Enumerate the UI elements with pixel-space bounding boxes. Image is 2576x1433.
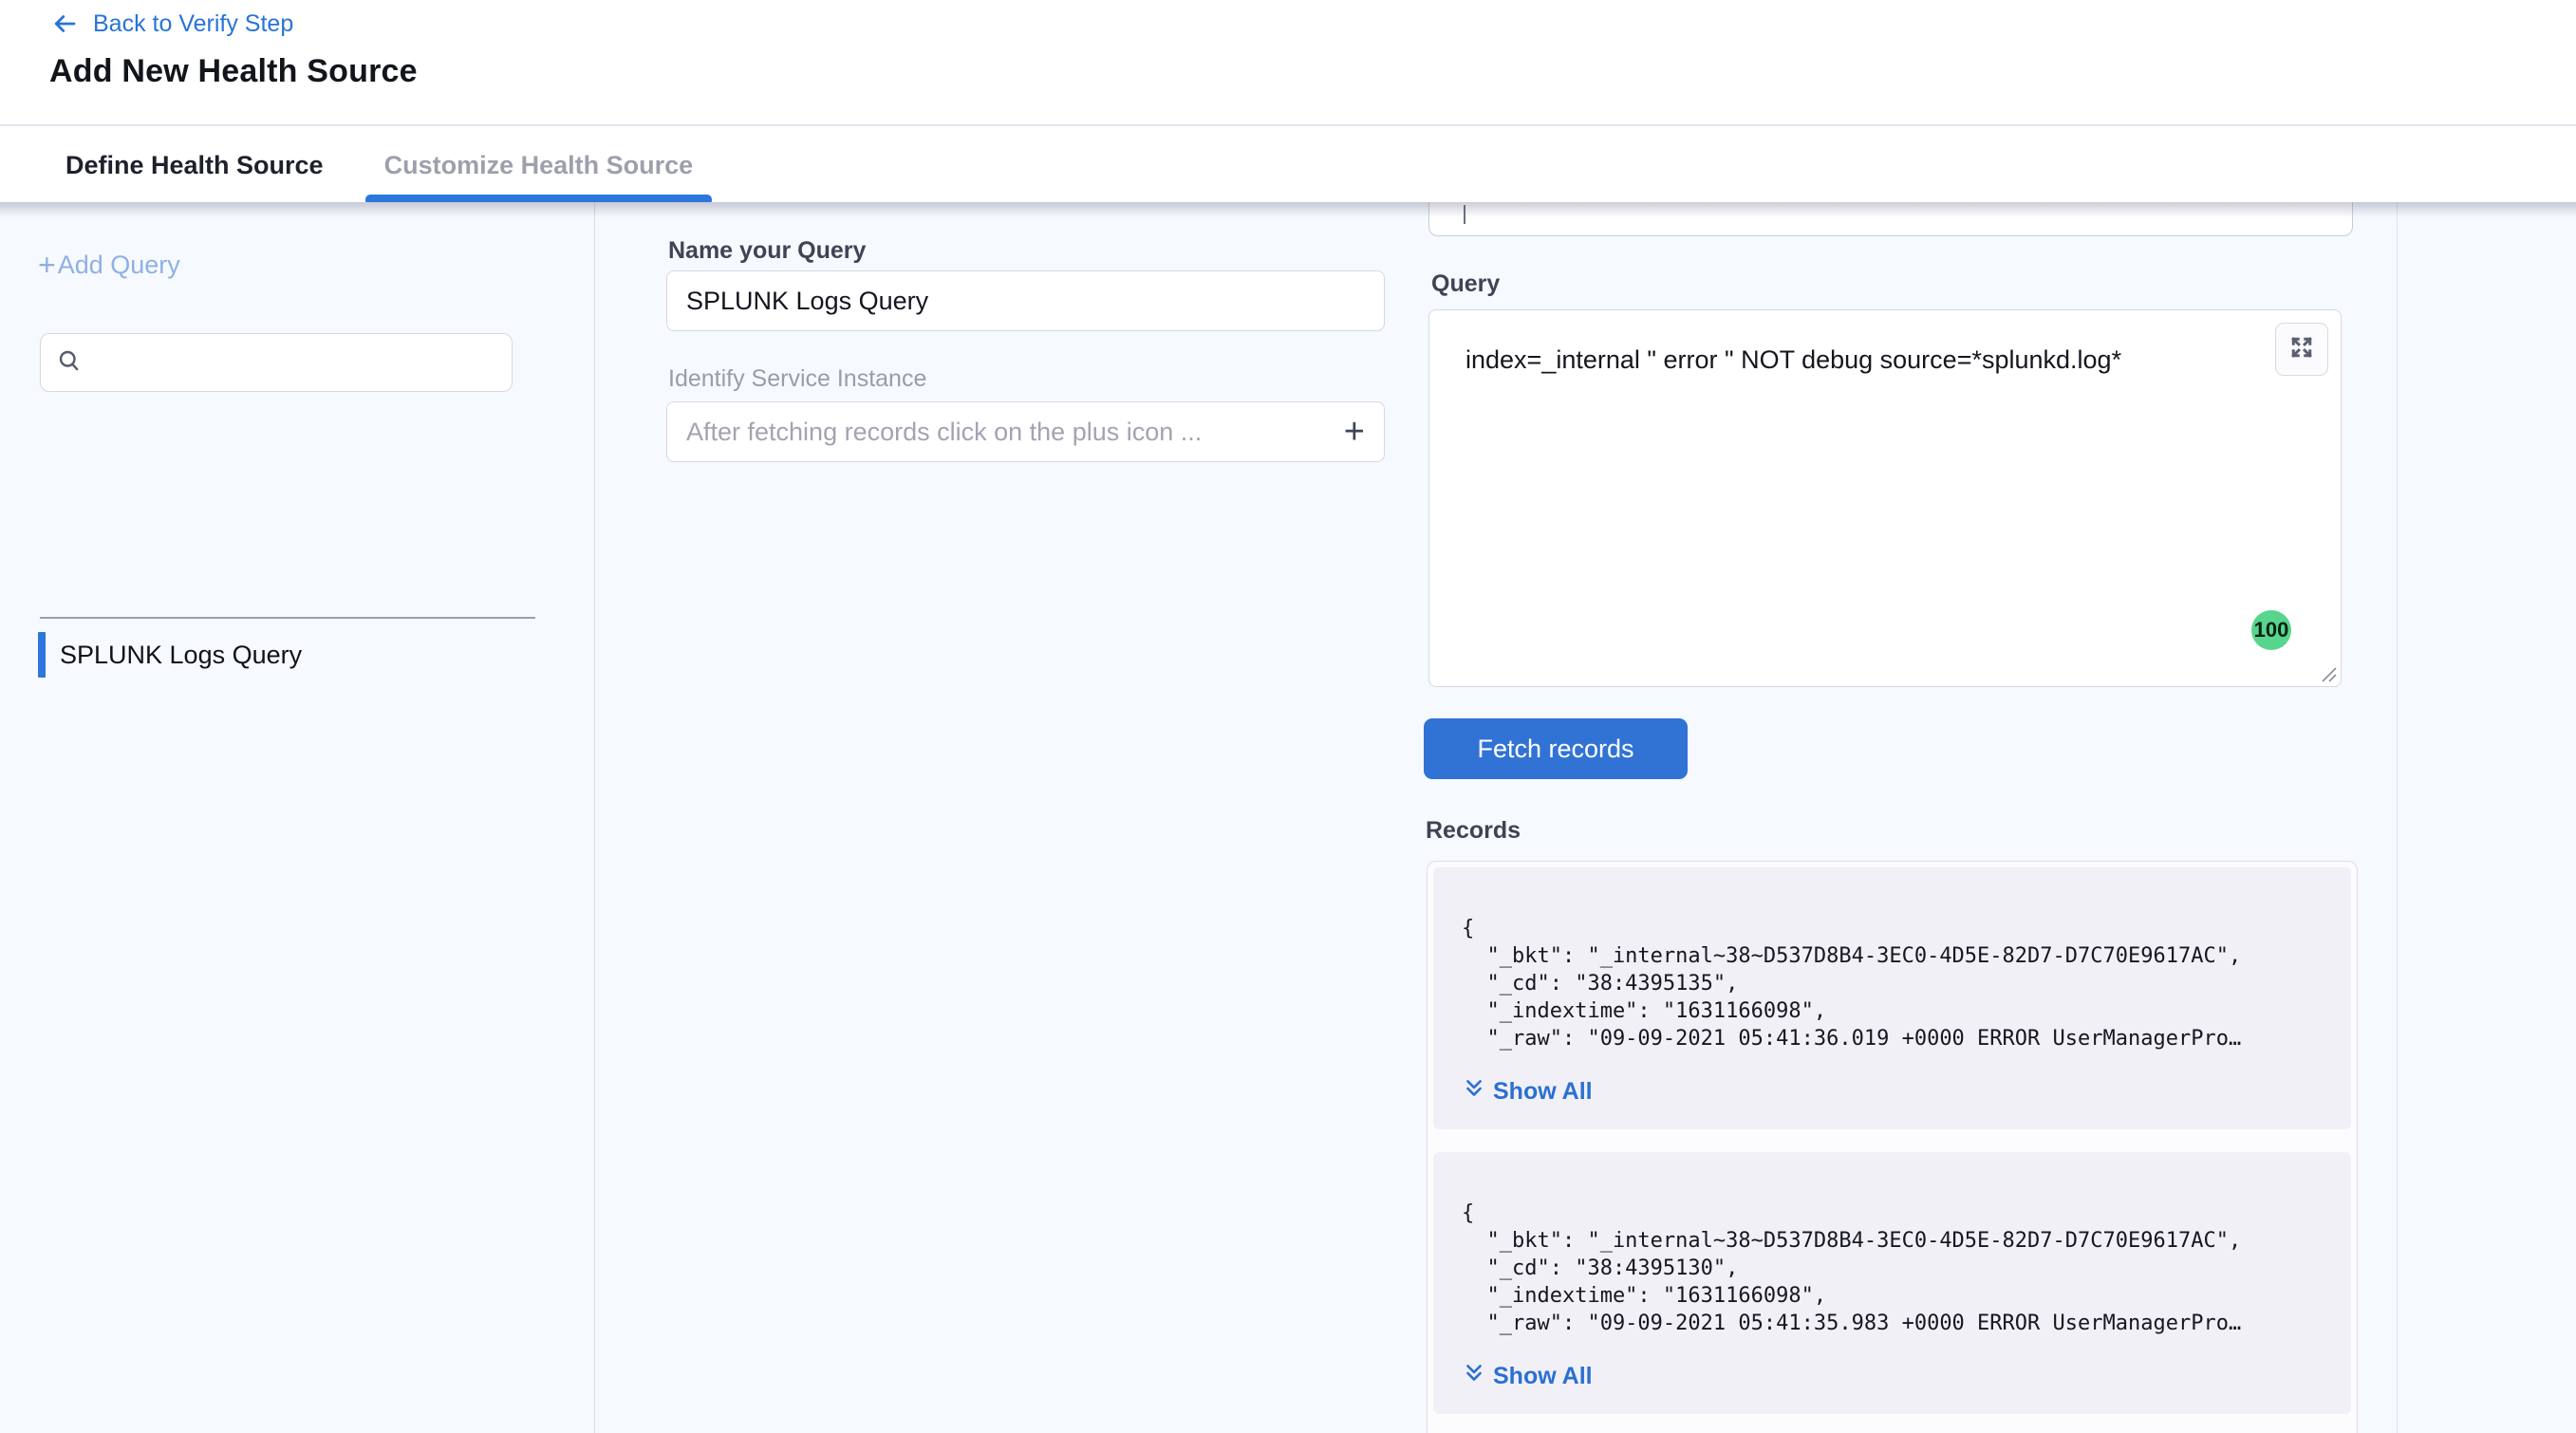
drawer-content: + Add Query SPLUNK Logs Query Name your … bbox=[0, 202, 2576, 1433]
scrolled-off-input[interactable] bbox=[1428, 202, 2353, 236]
record-card: { "_bkt": "_internal~38~D537D8B4-3EC0-4D… bbox=[1433, 1152, 2351, 1414]
service-instance-input[interactable] bbox=[686, 418, 1342, 447]
sidebar-item-splunk-logs-query[interactable]: SPLUNK Logs Query bbox=[38, 631, 302, 679]
record-json: { "_bkt": "_internal~38~D537D8B4-3EC0-4D… bbox=[1462, 1200, 2326, 1337]
query-editor[interactable]: index=_internal " error " NOT debug sour… bbox=[1428, 309, 2342, 687]
show-all-label: Show All bbox=[1493, 1078, 1593, 1106]
double-chevron-down-icon bbox=[1464, 1077, 1484, 1107]
record-count-badge: 100 bbox=[2251, 610, 2291, 650]
record-card: { "_bkt": "_internal~38~D537D8B4-3EC0-4D… bbox=[1433, 867, 2351, 1129]
page-title: Add New Health Source bbox=[49, 53, 418, 90]
back-link-label: Back to Verify Step bbox=[93, 10, 293, 38]
add-query-button[interactable]: + Add Query bbox=[38, 250, 180, 280]
page-header: Back to Verify Step Add New Health Sourc… bbox=[0, 0, 2576, 126]
right-panel-divider bbox=[2397, 202, 2398, 1433]
service-instance-field: + bbox=[666, 401, 1385, 462]
query-name-input[interactable] bbox=[666, 270, 1385, 331]
expand-query-button[interactable] bbox=[2275, 323, 2328, 376]
add-query-label: Add Query bbox=[58, 251, 180, 280]
active-tab-underline bbox=[365, 195, 713, 202]
back-arrow-icon bbox=[49, 9, 80, 38]
query-item-label: SPLUNK Logs Query bbox=[60, 641, 302, 670]
text-caret bbox=[1464, 205, 1465, 224]
show-all-link[interactable]: Show All bbox=[1464, 1362, 1593, 1391]
tab-customize-health-source[interactable]: Customize Health Source bbox=[371, 128, 707, 202]
back-link[interactable]: Back to Verify Step bbox=[49, 9, 293, 38]
tab-customize-label: Customize Health Source bbox=[384, 151, 694, 180]
identify-service-instance-label: Identify Service Instance bbox=[668, 365, 926, 393]
tab-define-health-source[interactable]: Define Health Source bbox=[52, 128, 337, 202]
show-all-label: Show All bbox=[1493, 1363, 1593, 1390]
plus-icon: + bbox=[38, 250, 56, 280]
records-panel: { "_bkt": "_internal~38~D537D8B4-3EC0-4D… bbox=[1427, 861, 2358, 1433]
query-search-input[interactable] bbox=[96, 349, 496, 376]
selected-item-indicator bbox=[38, 632, 46, 678]
search-icon bbox=[56, 347, 83, 379]
record-json: { "_bkt": "_internal~38~D537D8B4-3EC0-4D… bbox=[1462, 915, 2326, 1052]
records-label: Records bbox=[1426, 817, 1521, 845]
tab-define-label: Define Health Source bbox=[65, 151, 324, 180]
query-sidebar: + Add Query SPLUNK Logs Query bbox=[0, 202, 595, 1433]
query-label: Query bbox=[1431, 270, 1500, 298]
fetch-records-button[interactable]: Fetch records bbox=[1424, 718, 1688, 779]
textarea-resize-handle[interactable] bbox=[2317, 662, 2338, 683]
query-search-box bbox=[40, 333, 513, 392]
expand-icon bbox=[2287, 333, 2316, 366]
show-all-link[interactable]: Show All bbox=[1464, 1077, 1593, 1107]
query-text: index=_internal " error " NOT debug sour… bbox=[1465, 343, 2265, 377]
name-your-query-label: Name your Query bbox=[668, 237, 866, 265]
sidebar-divider bbox=[40, 617, 535, 619]
add-service-instance-plus-icon[interactable]: + bbox=[1342, 414, 1367, 450]
double-chevron-down-icon bbox=[1464, 1362, 1484, 1391]
tab-bar: Define Health Source Customize Health So… bbox=[0, 128, 2576, 202]
